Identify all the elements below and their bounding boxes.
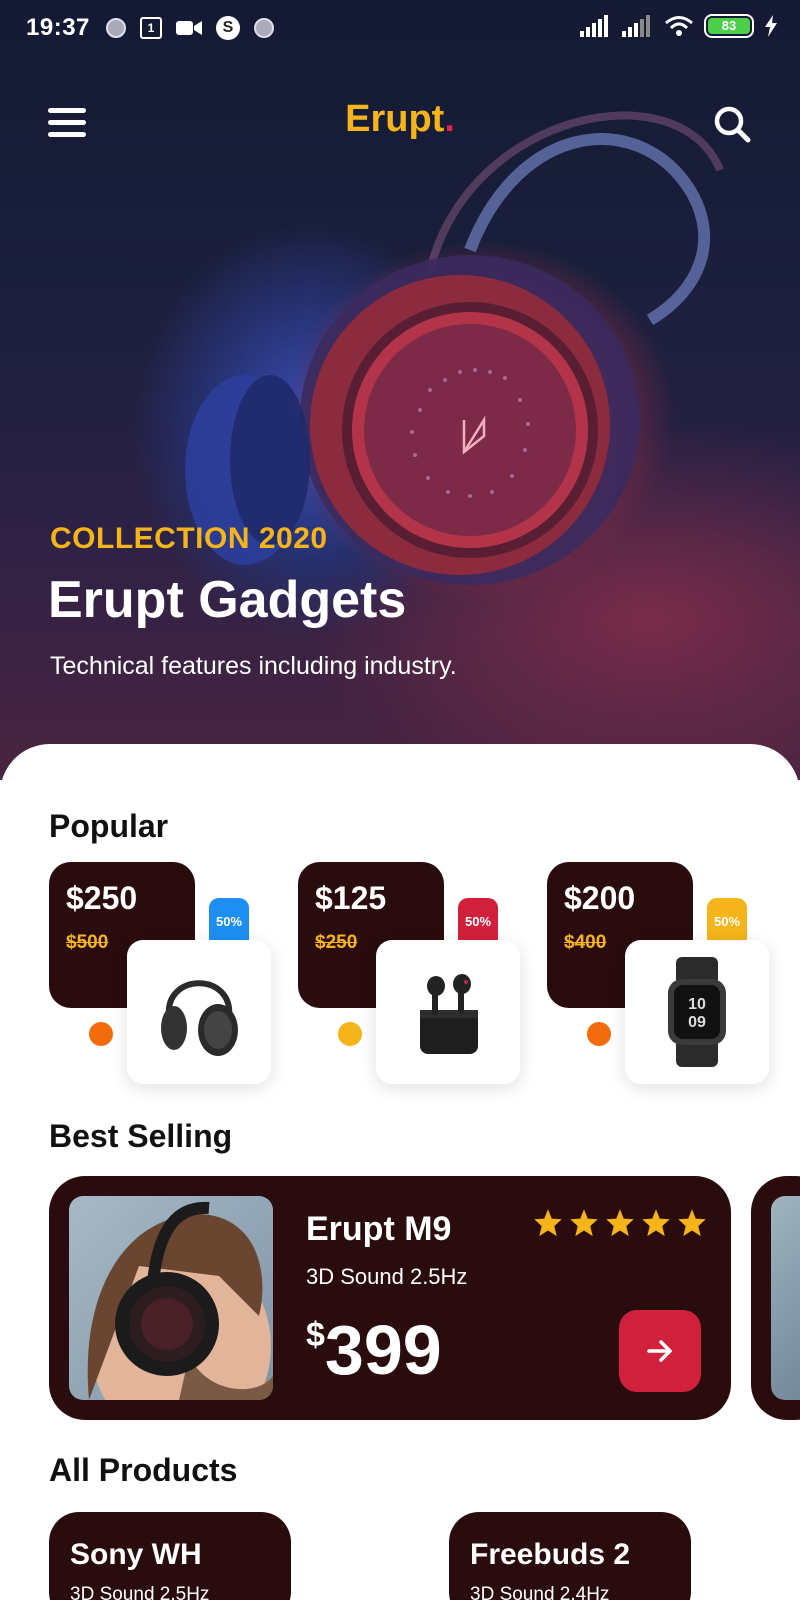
currency-symbol: $ [306,1316,325,1354]
logo-text: Erupt [345,98,445,140]
battery-icon: 83 [704,14,754,38]
signal-icon [580,15,608,37]
man-with-headphones-image [87,1201,273,1400]
status-bar: 19:37 1 S 83 [0,0,800,58]
rating-stars [533,1208,707,1238]
hero-title: Erupt Gadgets [48,571,407,629]
best-selling-card[interactable]: Erupt M9 3D Sound 2.5Hz $399 [49,1176,731,1420]
logo-dot: . [444,98,455,140]
star-icon [606,1209,634,1237]
star-icon [678,1209,706,1237]
star-icon [642,1209,670,1237]
brand-logo: Erupt. [0,98,800,141]
product-spec: 3D Sound 2.5Hz [70,1584,210,1600]
product-card[interactable]: Freebuds 2 3D Sound 2.4Hz [449,1512,691,1600]
old-price: $250 [315,932,358,953]
product-photo [771,1196,800,1400]
old-price: $500 [66,932,109,953]
color-dot [338,1022,362,1046]
price: $200 [564,880,636,916]
discount-badge: 50% [209,898,249,946]
video-camera-icon [176,21,202,35]
product-spec: 3D Sound 2.5Hz [306,1264,468,1289]
notification-dot-icon [106,18,126,38]
product-photo [69,1196,273,1400]
hero-banner: 19:37 1 S 83 Erupt. COLLECTION 2020 Erup… [0,0,800,780]
color-dot [89,1022,113,1046]
product-name: Sony WH [70,1538,202,1571]
product-spec: 3D Sound 2.4Hz [470,1584,610,1600]
arrow-right-icon [647,1340,672,1362]
search-icon[interactable] [712,104,752,144]
hero-eyebrow: COLLECTION 2020 [50,522,328,555]
best-selling-card-next[interactable] [751,1176,800,1420]
price: $250 [66,880,138,916]
section-title-best-selling: Best Selling [49,1118,233,1154]
wifi-icon [665,16,693,36]
status-system-icons: 83 [580,14,778,38]
color-dot [587,1022,611,1046]
price-value: 399 [324,1311,442,1389]
status-notification-icons: 1 S [106,16,274,40]
popular-card[interactable]: $250 $500 50% [49,862,289,1092]
section-title-popular: Popular [49,808,169,844]
product-price: $399 [306,1310,442,1390]
product-name: Erupt M9 [306,1210,452,1248]
signal-icon [622,15,650,37]
discount-badge: 50% [707,898,747,946]
s-app-icon: S [216,16,240,40]
product-image [376,940,520,1084]
star-icon [570,1209,598,1237]
smartwatch-icon: 10 09 [668,957,726,1067]
calendar-icon: 1 [140,17,162,39]
product-card[interactable]: Sony WH 3D Sound 2.5Hz [49,1512,291,1600]
status-time: 19:37 [26,14,90,41]
headphones-icon [161,980,238,1056]
product-image: 10 09 [625,940,769,1084]
product-image [127,940,271,1084]
hero-subtitle: Technical features including industry. [50,652,457,680]
battery-level: 83 [708,18,750,34]
star-icon [534,1209,562,1237]
svg-text:10: 10 [688,996,706,1013]
price: $125 [315,880,387,916]
discount-badge: 50% [458,898,498,946]
section-title-all-products: All Products [49,1452,238,1488]
charging-bolt-icon [765,15,777,37]
view-product-button[interactable] [619,1310,701,1392]
notification-dot-icon [254,18,274,38]
popular-card[interactable]: $200 $400 50% 10 09 [547,862,787,1092]
old-price: $400 [564,932,607,953]
product-name: Freebuds 2 [470,1538,631,1571]
earbuds-icon [420,974,478,1054]
popular-card[interactable]: $125 $250 50% [298,862,538,1092]
svg-text:09: 09 [688,1014,706,1031]
